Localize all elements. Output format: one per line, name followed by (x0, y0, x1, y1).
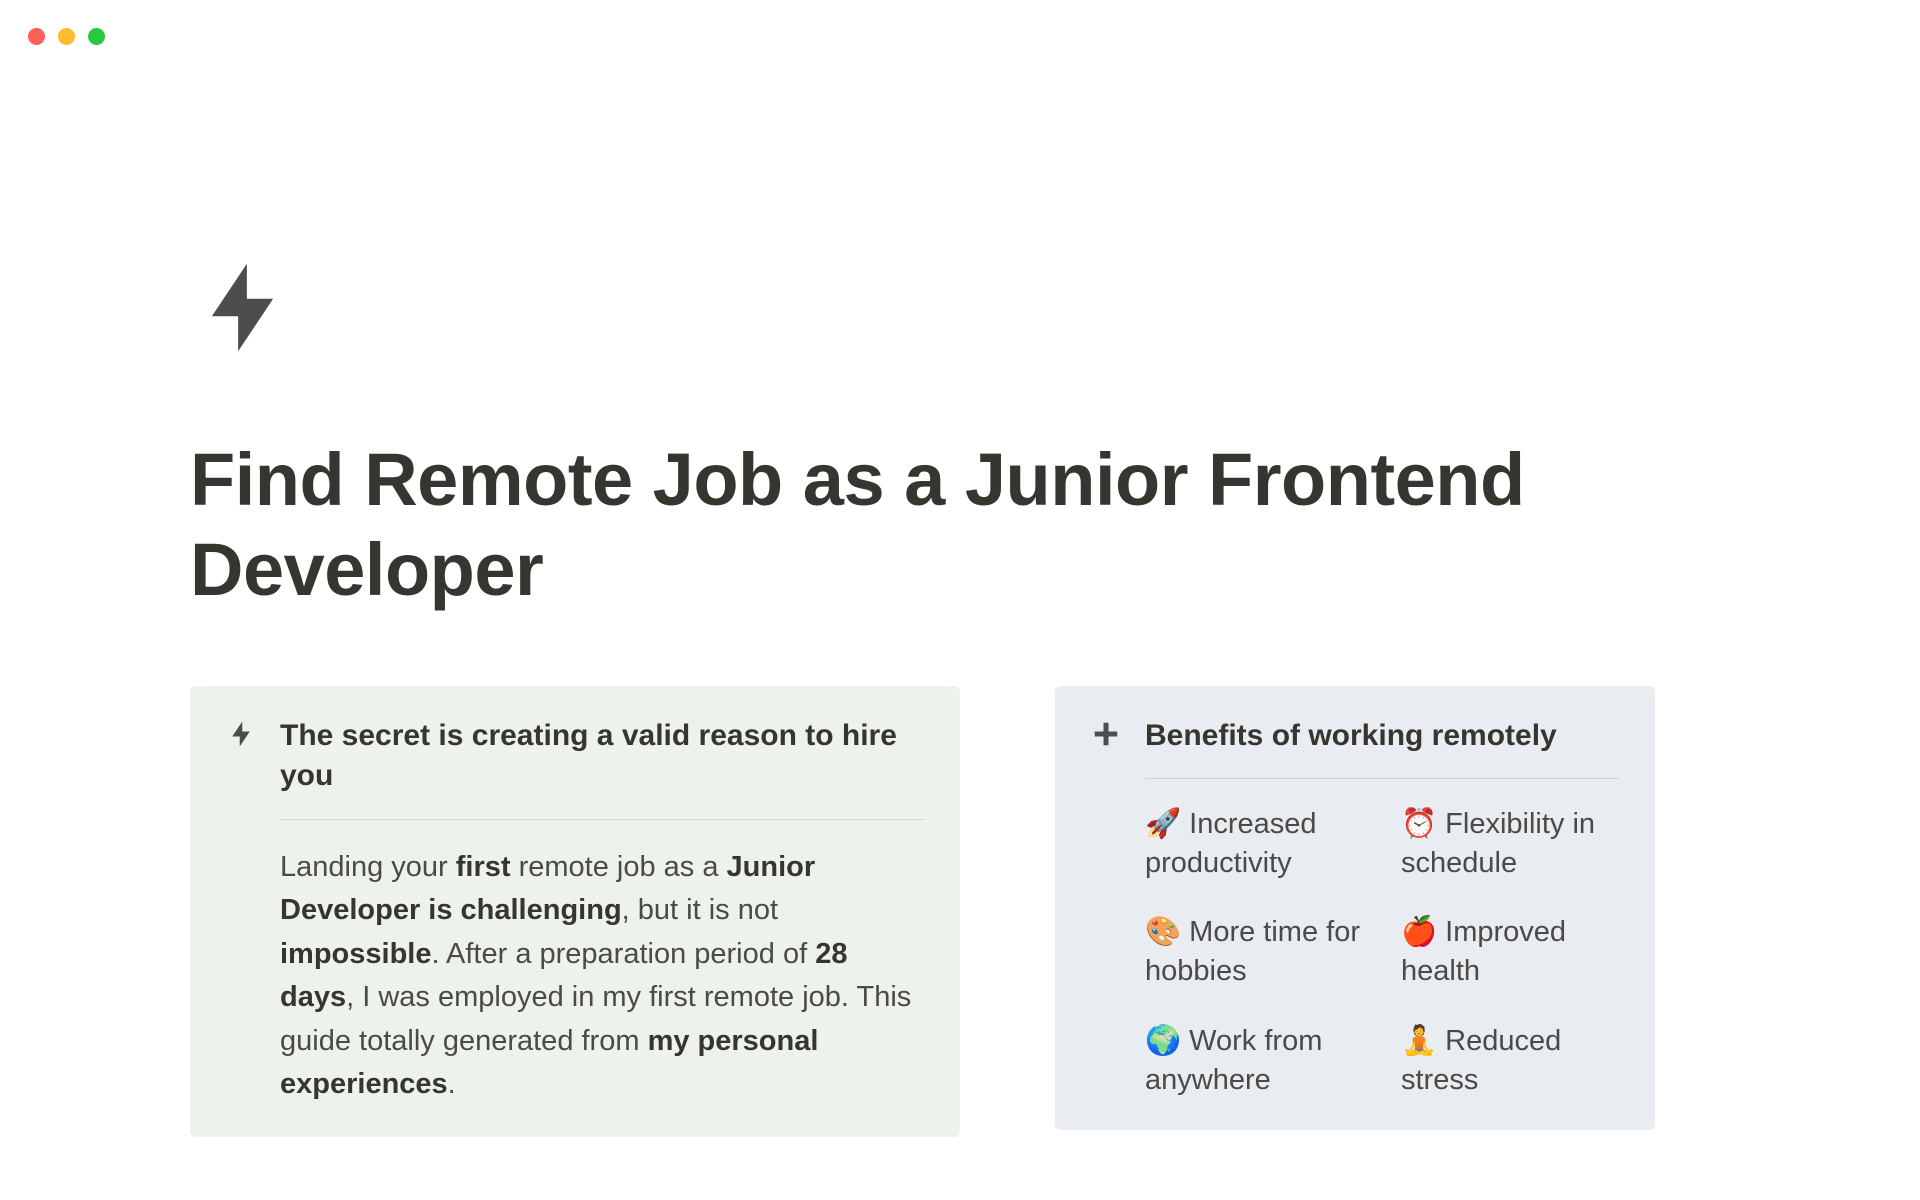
benefit-item: ⏰ Flexibility in schedule (1401, 805, 1619, 883)
benefit-item: 🚀 Increased productivity (1145, 805, 1363, 883)
page-title: Find Remote Job as a Junior Frontend Dev… (190, 435, 1730, 616)
maximize-window-dot[interactable] (88, 28, 105, 45)
secret-card-body: Landing your first remote job as a Junio… (280, 846, 924, 1107)
benefits-card-heading: Benefits of working remotely (1145, 716, 1557, 757)
close-window-dot[interactable] (28, 28, 45, 45)
divider (280, 819, 924, 820)
benefits-grid: 🚀 Increased productivity ⏰ Flexibility i… (1145, 805, 1619, 1100)
secret-card-heading: The secret is creating a valid reason to… (280, 716, 924, 797)
lightning-bolt-icon (226, 719, 256, 749)
benefit-item: 🌍 Work from anywhere (1145, 1022, 1363, 1100)
window-traffic-lights (28, 28, 105, 45)
plus-icon (1091, 719, 1121, 749)
benefit-item: 🎨 More time for hobbies (1145, 913, 1363, 991)
benefit-item: 🍎 Improved health (1401, 913, 1619, 991)
divider (1145, 778, 1619, 779)
secret-card: The secret is creating a valid reason to… (190, 686, 960, 1137)
page-content: Find Remote Job as a Junior Frontend Dev… (190, 255, 1730, 1137)
lightning-bolt-icon (190, 255, 295, 360)
benefit-item: 🧘 Reduced stress (1401, 1022, 1619, 1100)
minimize-window-dot[interactable] (58, 28, 75, 45)
benefits-card: Benefits of working remotely 🚀 Increased… (1055, 686, 1655, 1130)
two-column-layout: The secret is creating a valid reason to… (190, 686, 1730, 1137)
